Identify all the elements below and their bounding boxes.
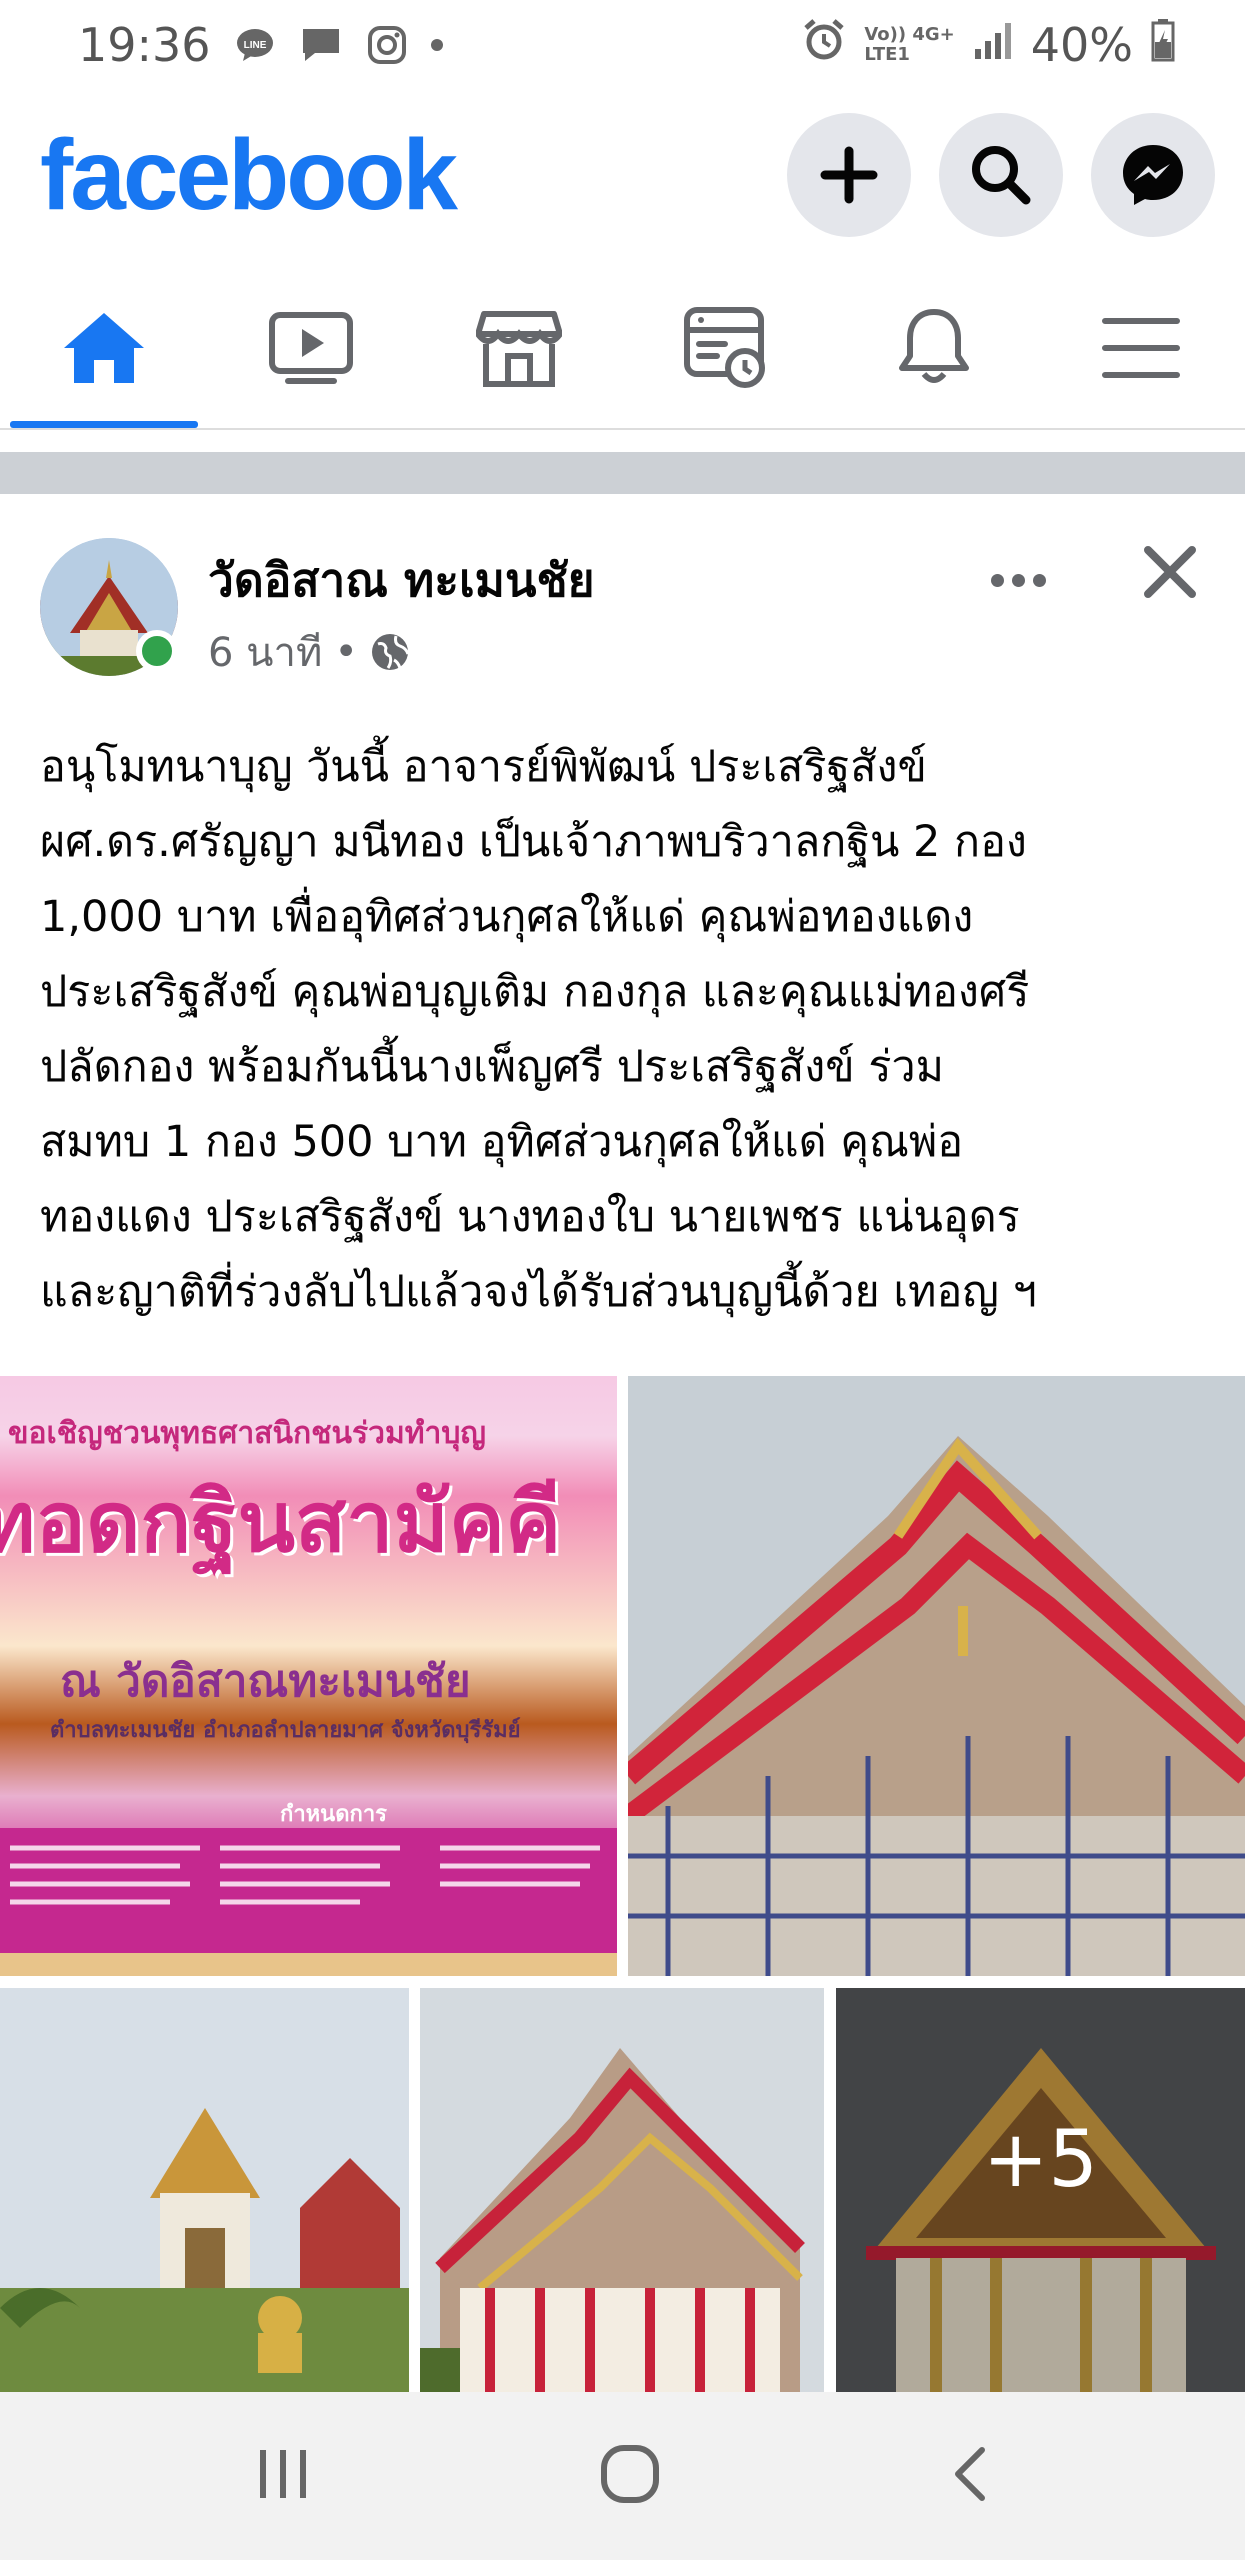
post-text: อนุโมทนาบุญ วันนี้ อาจารย์พิพัฒน์ ประเสร… — [40, 730, 1220, 1330]
temple-front-image — [420, 1988, 824, 2392]
back-chevron-icon — [955, 2447, 986, 2501]
message-icon — [299, 25, 343, 65]
post-author[interactable]: วัดอิสาณ ทะเมนชัย — [208, 544, 595, 617]
app-header: facebook — [0, 100, 1245, 250]
search-button[interactable] — [939, 113, 1063, 237]
post-photo-temple-scaffold[interactable] — [628, 1376, 1245, 1976]
post-text-line: ปลัดกอง พร้อมกันนี้นางเพ็ญศรี ประเสริฐสั… — [40, 1042, 944, 1092]
signal-icon — [973, 18, 1013, 72]
post-text-line: ประเสริฐสังข์ คุณพ่อบุญเติม กองกุล และคุ… — [40, 967, 1030, 1017]
marketplace-icon — [475, 311, 562, 387]
tab-news-feed[interactable] — [623, 268, 831, 428]
notification-dot — [430, 39, 443, 51]
tab-notifications[interactable] — [830, 268, 1038, 428]
post-photo-banner[interactable]: ขอเชิญชวนพุทธศาสนิกชนร่วมทำบุญ ทอดกฐินสา… — [0, 1376, 617, 1976]
header-actions — [787, 113, 1215, 237]
post-meta: 6 นาที • — [208, 620, 410, 684]
home-circle-icon — [601, 2445, 660, 2503]
battery-percent: 40% — [1030, 18, 1133, 72]
more-dot-icon — [1011, 573, 1025, 587]
post-text-line: ผศ.ดร.ศรัญญา มนีทอง เป็นเจ้าภาพบริวาลกฐิ… — [40, 817, 1027, 867]
recent-apps-button[interactable] — [253, 2446, 313, 2506]
watch-video-icon — [269, 312, 354, 384]
temple-buddha-image — [0, 1988, 409, 2392]
temple-scaffold-image — [628, 1376, 1245, 1976]
notifications-bell-icon — [898, 309, 969, 383]
online-status-dot — [136, 630, 178, 672]
post-text-line: อนุโมทนาบุญ วันนี้ อาจารย์พิพัฒน์ ประเสร… — [40, 742, 927, 792]
home-icon — [63, 313, 144, 383]
menu-icon — [1102, 318, 1181, 378]
news-feed-icon — [684, 307, 766, 388]
network-lte-text: LTE1 — [864, 44, 910, 65]
banner-line-4: ตำบลทะเมนชัย อำเภอลำปลายมาศ จังหวัดบุรีร… — [50, 1718, 521, 1743]
more-photos-count[interactable]: +5 — [836, 1988, 1245, 2392]
plus-icon — [820, 146, 878, 204]
banner-schedule-graphic — [0, 1828, 617, 1976]
recent-apps-icon — [259, 2450, 306, 2498]
post-photo-temple-gable[interactable]: +5 — [836, 1988, 1245, 2392]
battery-icon — [1151, 18, 1175, 73]
banner-line-1: ขอเชิญชวนพุทธศาสนิกชนร่วมทำบุญ — [8, 1416, 486, 1451]
create-button[interactable] — [787, 113, 911, 237]
post-text-line: 1,000 บาท เพื่ออุทิศส่วนกุศลให้แด่ คุณพ่… — [40, 892, 974, 942]
search-icon — [972, 146, 1031, 205]
status-bar: 19:36 LINE Vo)) 4G+ LTE1 40% — [0, 0, 1245, 90]
post-photo-temple-front[interactable] — [420, 1988, 824, 2392]
instagram-icon — [365, 25, 409, 65]
tab-marketplace[interactable] — [415, 268, 623, 428]
network-indicator: Vo)) 4G+ LTE1 — [864, 25, 954, 65]
tab-watch[interactable] — [208, 268, 416, 428]
post-options-button[interactable] — [978, 550, 1058, 610]
close-icon — [1144, 546, 1196, 598]
meta-separator: • — [334, 629, 358, 675]
alarm-icon — [802, 18, 846, 73]
system-navigation-bar — [0, 2392, 1245, 2560]
status-right: Vo)) 4G+ LTE1 40% — [802, 18, 1175, 73]
main-nav-tabs — [0, 268, 1245, 430]
post-text-line: สมทบ 1 กอง 500 บาท อุทิศส่วนกุศลให้แด่ ค… — [40, 1117, 964, 1167]
banner-line-2: ทอดกฐินสามัคคี — [0, 1473, 562, 1571]
post-header: วัดอิสาณ ทะเมนชัย 6 นาที • — [0, 530, 1245, 680]
clock: 19:36 — [78, 18, 211, 72]
banner-line-5: กำหนดการ — [280, 1802, 387, 1827]
post-text-line: ทองแดง ประเสริฐสังข์ นางทองใบ นายเพชร แน… — [40, 1192, 1020, 1242]
post-photo-grid: ขอเชิญชวนพุทธศาสนิกชนร่วมทำบุญ ทอดกฐินสา… — [0, 1376, 1245, 2392]
network-text: Vo)) 4G+ — [864, 24, 955, 45]
status-left: 19:36 LINE — [78, 18, 443, 72]
more-dot-icon — [1032, 573, 1046, 587]
facebook-logo[interactable]: facebook — [40, 118, 458, 233]
post-photo-temple-buddha[interactable] — [0, 1988, 409, 2392]
line-app-icon: LINE — [233, 25, 277, 65]
back-button[interactable] — [948, 2444, 992, 2508]
svg-text:LINE: LINE — [243, 40, 266, 51]
messenger-button[interactable] — [1091, 113, 1215, 237]
post-text-line: และญาติที่ร่วงลับไปแล้วจงได้รับส่วนบุญนี… — [40, 1267, 1037, 1317]
feed-separator — [0, 452, 1245, 494]
messenger-icon — [1123, 145, 1183, 205]
tab-menu[interactable] — [1038, 268, 1245, 428]
hide-post-button[interactable] — [1132, 534, 1208, 610]
globe-icon — [371, 634, 410, 670]
more-dot-icon — [990, 573, 1004, 587]
home-system-button[interactable] — [598, 2442, 662, 2510]
post-time[interactable]: 6 นาที — [208, 620, 322, 684]
banner-line-3: ณ วัดอิสาณทะเมนชัย — [60, 1656, 471, 1707]
tab-home[interactable] — [0, 268, 208, 428]
